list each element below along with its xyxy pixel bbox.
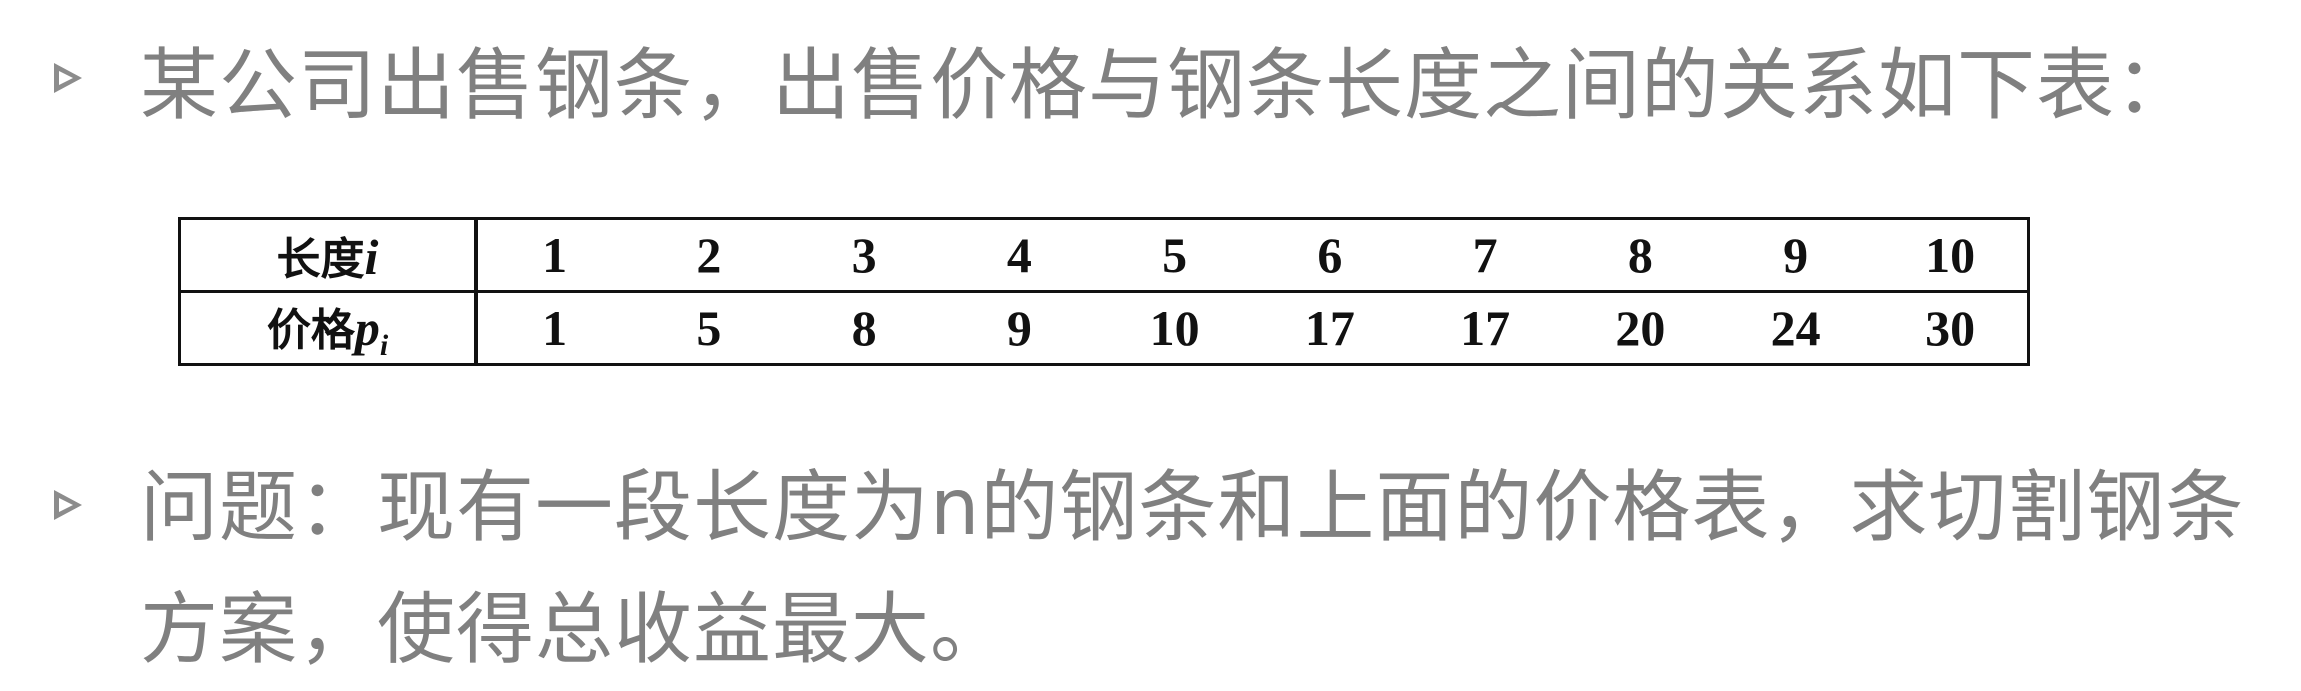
- price-cell: 17: [1460, 300, 1511, 356]
- length-cell: 2: [631, 218, 787, 293]
- price-cell: 9: [1006, 300, 1032, 356]
- length-cell: 8: [1562, 218, 1718, 293]
- price-cell: 24: [1770, 300, 1821, 356]
- table-row-length: 长度i 1 2 3 4 5 6 7 8 9 10: [179, 218, 2029, 293]
- length-var: i: [364, 229, 379, 285]
- table-row-price: 价格pi 1 5 8 9 10 17 17 20 24 30: [179, 291, 2029, 365]
- triangle-bullet-icon: [48, 38, 88, 118]
- price-cell: 5: [696, 300, 722, 356]
- length-cell: 1: [476, 218, 632, 293]
- price-cell: 30: [1925, 300, 1976, 356]
- triangle-bullet-icon: [48, 465, 88, 545]
- price-cell: 1: [542, 300, 568, 356]
- price-cell: 17: [1304, 300, 1355, 356]
- length-cell: 4: [941, 218, 1097, 293]
- length-cell: 9: [1718, 218, 1874, 293]
- length-cell: 6: [1252, 218, 1408, 293]
- price-label: 价格: [266, 304, 355, 356]
- length-header: 长度i: [179, 218, 478, 293]
- price-subscript: i: [379, 328, 389, 362]
- length-cell: 3: [786, 218, 942, 293]
- length-cell: 7: [1407, 218, 1563, 293]
- price-table: 长度i 1 2 3 4 5 6 7 8 9 10 价格pi 1 5 8 9 10…: [178, 217, 2030, 366]
- length-cell: 10: [1873, 218, 2029, 293]
- length-label: 长度: [276, 234, 365, 285]
- question-text: 问题：现有一段长度为n的钢条和上面的价格表，求切割钢条方案，使得总收益最大。: [140, 463, 2245, 675]
- intro-bullet-row: 某公司出售钢条，出售价格与钢条长度之间的关系如下表：: [48, 38, 2194, 134]
- price-table-container: 长度i 1 2 3 4 5 6 7 8 9 10 价格pi 1 5 8 9 10…: [178, 217, 2030, 366]
- price-header: 价格pi: [179, 291, 478, 365]
- price-cell: 8: [851, 300, 877, 356]
- question-bullet-row: 问题：现有一段长度为n的钢条和上面的价格表，求切割钢条方案，使得总收益最大。: [48, 463, 2260, 691]
- intro-text: 某公司出售钢条，出售价格与钢条长度之间的关系如下表：: [140, 41, 2195, 131]
- price-cell: 20: [1615, 300, 1666, 356]
- price-var: p: [354, 299, 380, 356]
- length-cell: 5: [1097, 218, 1253, 293]
- price-cell: 10: [1149, 300, 1200, 356]
